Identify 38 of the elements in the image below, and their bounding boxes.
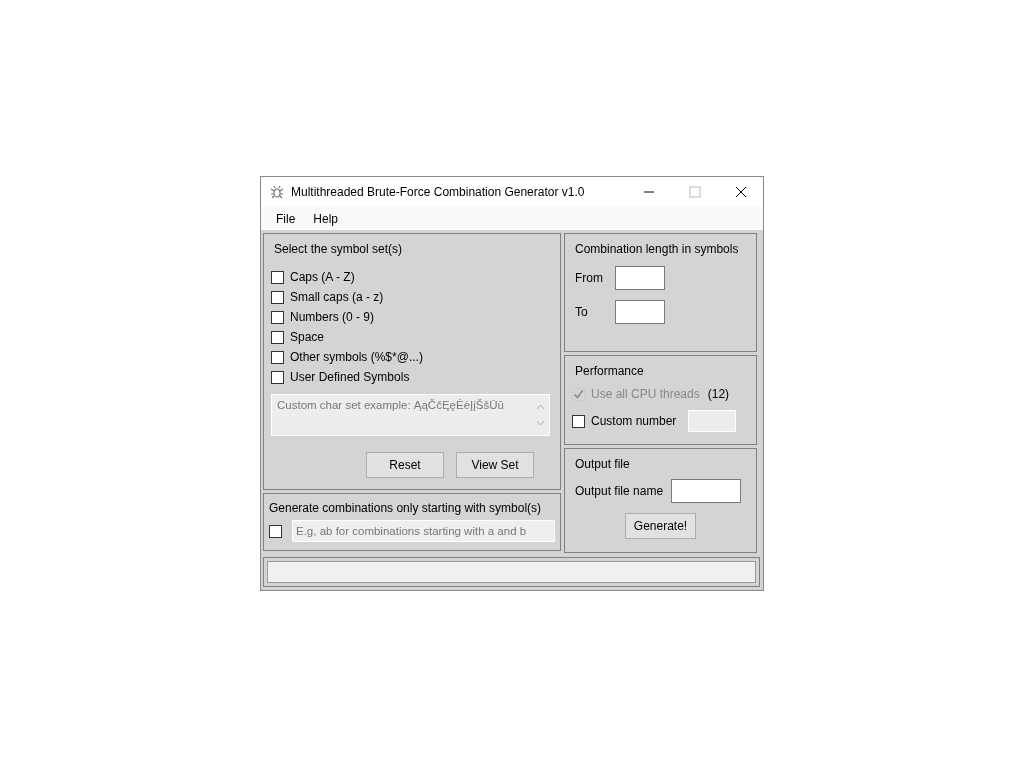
prefix-field[interactable]: E.g, ab for combinations starting with a and b	[292, 520, 555, 542]
checkbox[interactable]	[271, 290, 284, 304]
menu-item[interactable]: Help	[313, 211, 339, 226]
checkbox-label: Space	[290, 330, 325, 344]
window-title: Multithreaded Brute-Force Combination Generator v1.0	[291, 185, 586, 199]
panel-title: Select the symbol set(s)	[274, 242, 404, 256]
checkbox[interactable]	[271, 270, 284, 284]
generate-button[interactable]: Generate!	[624, 513, 697, 539]
output-file-field[interactable]	[671, 479, 742, 503]
menu-item[interactable]: File	[276, 211, 296, 226]
placeholder-text: Custom char set example: ĄąČčĘęĖėĮįŠšŪū	[277, 399, 504, 413]
checkbox-label: Small caps (a - z)	[290, 290, 384, 304]
panel-button[interactable]: Reset	[366, 452, 444, 478]
panel-title: Generate combinations only starting with symbol(s)	[269, 501, 543, 515]
panel-title: Performance	[575, 364, 645, 378]
checkbox[interactable]	[572, 414, 585, 428]
checkbox[interactable]	[271, 330, 284, 344]
checkbox[interactable]	[271, 310, 284, 324]
to-field[interactable]	[615, 300, 665, 324]
checkbox-label: Caps (A - Z)	[290, 270, 355, 284]
field-label: Output file name	[575, 484, 664, 498]
checkbox[interactable]	[269, 524, 282, 538]
thread-count: (12)	[707, 387, 730, 401]
checkbox-label: Numbers (0 - 9)	[290, 310, 375, 324]
checkbox-label: User Defined Symbols	[290, 370, 410, 384]
checkbox-label: Custom number	[591, 414, 677, 428]
close-icon[interactable]	[735, 186, 747, 198]
checkbox-label: Other symbols (%$*@...)	[290, 350, 423, 364]
checkbox[interactable]	[271, 370, 284, 384]
panel-title: Output file	[575, 457, 631, 471]
field-label: From	[575, 271, 604, 285]
checkbox-label: Use all CPU threads	[591, 387, 700, 401]
panel-title: Combination length in symbols	[575, 242, 740, 256]
field-label: To	[575, 305, 589, 319]
from-field[interactable]	[615, 266, 665, 290]
panel-button[interactable]: View Set	[456, 452, 534, 478]
bug-icon	[270, 185, 284, 199]
checkbox[interactable]	[271, 350, 284, 364]
